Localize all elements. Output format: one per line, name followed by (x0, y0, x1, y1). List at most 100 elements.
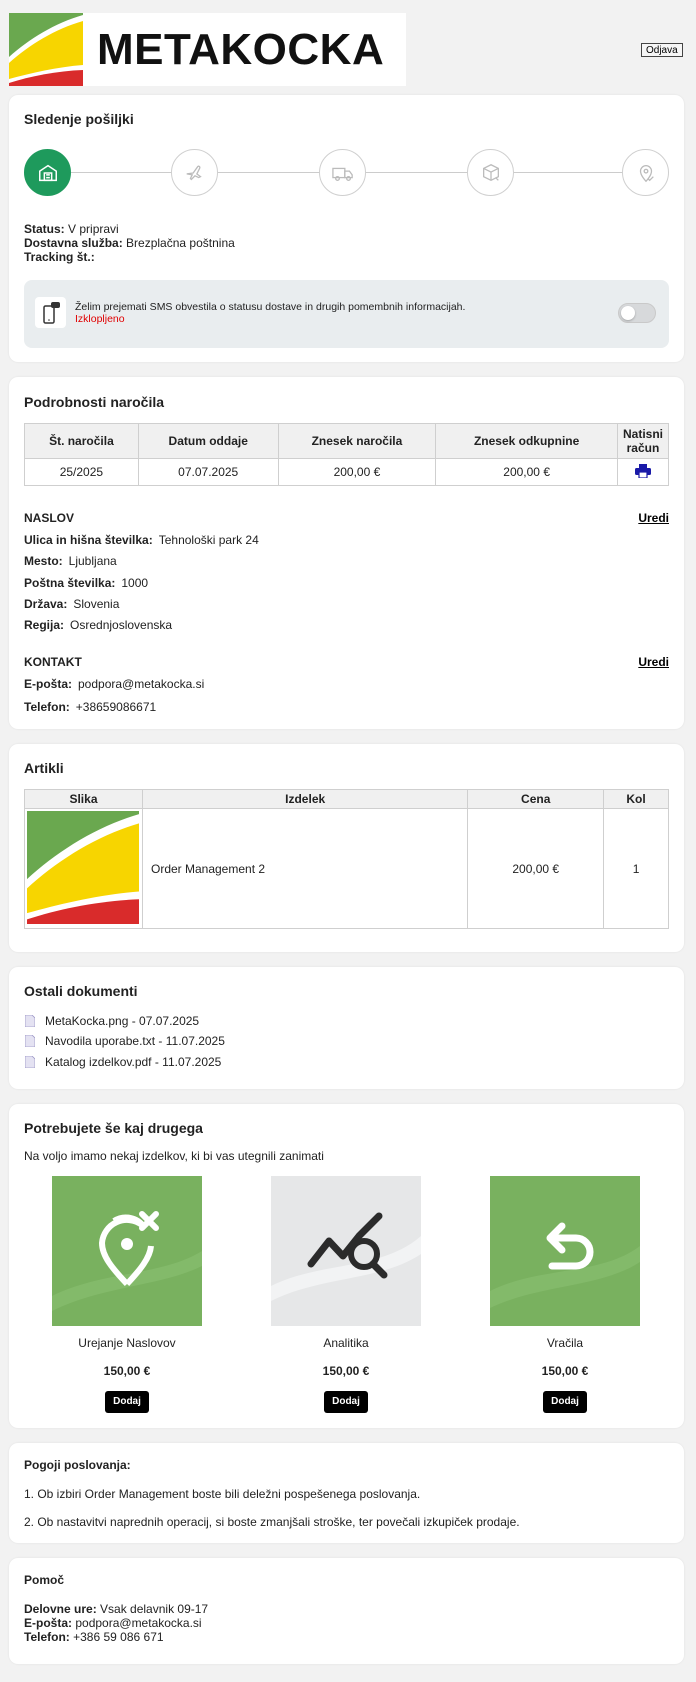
logo-text: METAKOCKA (97, 24, 385, 74)
edit-contact-link[interactable]: Uredi (638, 655, 669, 669)
document-item[interactable]: MetaKocka.png - 07.07.2025 (25, 1014, 199, 1028)
term-item: 1. Ob izbiri Order Management boste bili… (24, 1487, 421, 1501)
document-link[interactable]: Katalog izdelkov.pdf - 11.07.2025 (45, 1055, 221, 1069)
product-price: 200,00 € (467, 808, 605, 929)
service-line: Dostavna služba: Brezplačna poštnina (24, 236, 235, 250)
sms-label: Želim prejemati SMS obvestila o statusu … (75, 301, 466, 313)
term-item: 2. Ob nastavitvi naprednih operacij, si … (24, 1515, 520, 1529)
step-warehouse (24, 149, 71, 196)
tracking-card: Sledenje pošiljki Status: V pripravi Dos… (9, 95, 684, 362)
step-connector (514, 172, 622, 173)
contact-phone: Telefon: +38659086671 (24, 700, 157, 714)
table-row: Order Management 2 200,00 € 1 (24, 808, 669, 929)
document-icon (25, 1035, 35, 1047)
sms-notification-box: Želim prejemati SMS obvestila o statusu … (24, 280, 669, 348)
product-thumbnail (24, 808, 143, 929)
sms-toggle[interactable] (618, 303, 656, 323)
order-details-card: Podrobnosti naročila Št. naročila Datum … (9, 377, 684, 729)
articles-title: Artikli (24, 760, 64, 776)
documents-title: Ostali dokumenti (24, 983, 138, 999)
print-invoice-button[interactable] (616, 458, 670, 486)
upsell-subtitle: Na voljo imamo nekaj izdelkov, ki bi vas… (24, 1149, 324, 1163)
order-date: 07.07.2025 (137, 458, 279, 486)
step-connector (71, 172, 171, 173)
truck-icon (331, 167, 353, 181)
document-link[interactable]: MetaKocka.png - 07.07.2025 (45, 1014, 199, 1028)
return-icon (490, 1176, 640, 1326)
col-cod-amount: Znesek odkupnine (435, 423, 618, 459)
document-item[interactable]: Navodila uporabe.txt - 11.07.2025 (25, 1034, 225, 1048)
terms-card: Pogoji poslovanja: 1. Ob izbiri Order Ma… (9, 1443, 684, 1543)
step-package (467, 149, 514, 196)
product-quantity: 1 (603, 808, 669, 929)
articles-card: Artikli Slika Izdelek Cena Kol Order Man… (9, 744, 684, 952)
col-order-amount: Znesek naročila (277, 423, 437, 459)
status-value: V pripravi (68, 222, 119, 236)
location-remove-icon (52, 1176, 202, 1326)
add-address-editing-button[interactable]: Dodaj (105, 1391, 149, 1413)
document-icon (25, 1015, 35, 1027)
plane-icon (186, 165, 202, 180)
product-card-returns: Vračila 150,00 € Dodaj (490, 1176, 640, 1413)
document-link[interactable]: Navodila uporabe.txt - 11.07.2025 (45, 1034, 225, 1048)
help-hours: Delovne ure: Vsak delavnik 09-17 (24, 1602, 209, 1616)
logo-mark-icon (9, 13, 83, 86)
sms-description: Želim prejemati SMS obvestila o statusu … (75, 301, 465, 325)
order-amount: 200,00 € (277, 458, 437, 486)
tracking-title: Sledenje pošiljki (24, 111, 134, 127)
document-item[interactable]: Katalog izdelkov.pdf - 11.07.2025 (25, 1055, 221, 1069)
contact-email: E-pošta: podpora@metakocka.si (24, 677, 205, 691)
order-details-title: Podrobnosti naročila (24, 394, 165, 410)
product-card-price: 150,00 € (541, 1364, 589, 1378)
address-region: Regija: Osrednjoslovenska (24, 618, 173, 632)
help-card: Pomoč Delovne ure: Vsak delavnik 09-17 E… (9, 1558, 684, 1664)
terms-title: Pogoji poslovanja: (24, 1458, 131, 1472)
add-returns-button[interactable]: Dodaj (543, 1391, 587, 1413)
document-icon (25, 1056, 35, 1068)
package-icon (482, 163, 499, 181)
upsell-card: Potrebujete še kaj drugega Na voljo imam… (9, 1104, 684, 1428)
tracking-info: Status: V pripravi Dostavna služba: Brez… (24, 222, 235, 264)
help-phone: Telefon: +386 59 086 671 (24, 1630, 164, 1644)
table-row: 25/2025 07.07.2025 200,00 € 200,00 € (24, 458, 670, 486)
product-card-price: 150,00 € (322, 1364, 370, 1378)
product-card-analytics: Analitika 150,00 € Dodaj (271, 1176, 421, 1413)
step-plane (171, 149, 218, 196)
add-analytics-button[interactable]: Dodaj (324, 1391, 368, 1413)
col-product: Izdelek (141, 789, 469, 809)
order-table: Št. naročila Datum oddaje Znesek naročil… (24, 423, 670, 486)
tracking-number-line: Tracking št.: (24, 250, 95, 264)
edit-address-link[interactable]: Uredi (638, 511, 669, 525)
upsell-title: Potrebujete še kaj drugega (24, 1120, 203, 1136)
col-order-number: Št. naročila (24, 423, 139, 459)
cod-amount: 200,00 € (435, 458, 618, 486)
sms-status: Izklopljeno (75, 313, 125, 325)
header: METAKOCKA Odjava (0, 0, 696, 95)
metakocka-logo: METAKOCKA (9, 13, 406, 86)
step-connector (218, 172, 319, 173)
service-value: Brezplačna poštnina (126, 236, 235, 250)
address-country: Država: Slovenia (24, 597, 120, 611)
step-connector (366, 172, 467, 173)
help-email: E-pošta: podpora@metakocka.si (24, 1616, 202, 1630)
product-name: Order Management 2 (141, 808, 469, 929)
col-print-invoice: Natisni račun (616, 423, 670, 459)
warehouse-icon (38, 164, 57, 181)
status-line: Status: V pripravi (24, 222, 119, 236)
product-card-name: Analitika (323, 1336, 369, 1350)
col-order-date: Datum oddaje (137, 423, 279, 459)
product-logo-image (27, 810, 140, 924)
address-postal-code: Poštna številka: 1000 (24, 576, 149, 590)
analytics-icon (271, 1176, 421, 1326)
product-card-name: Vračila (546, 1336, 584, 1350)
help-title: Pomoč (24, 1573, 65, 1587)
product-card-price: 150,00 € (103, 1364, 151, 1378)
step-truck (319, 149, 366, 196)
col-image: Slika (24, 789, 143, 809)
logout-button[interactable]: Odjava (641, 43, 683, 57)
address-city: Mesto: Ljubljana (24, 554, 117, 568)
toggle-knob (621, 306, 635, 320)
order-number: 25/2025 (24, 458, 139, 486)
address-street: Ulica in hišna številka: Tehnološki park … (24, 533, 259, 547)
tracking-steps (24, 149, 669, 197)
